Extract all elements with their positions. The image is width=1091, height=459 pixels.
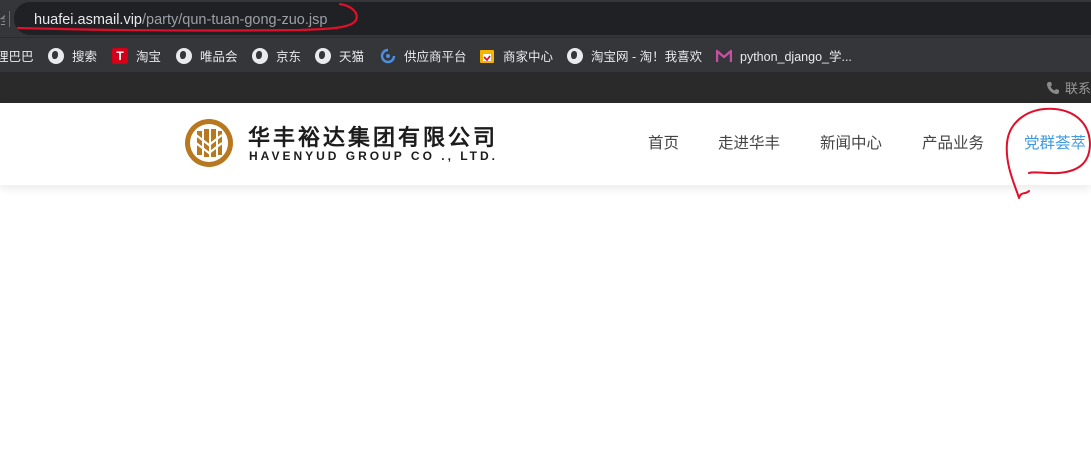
shop-icon: [480, 49, 494, 63]
bookmark-label: 天猫: [339, 50, 365, 64]
bookmark-label: 供应商平台: [404, 50, 467, 64]
nav-item-news[interactable]: 新闻中心: [820, 103, 882, 185]
globe-icon: [567, 47, 583, 64]
bookmark-label: 淘宝: [136, 50, 162, 64]
security-label: 全: [0, 11, 5, 25]
bookmark-label: 京东: [276, 50, 302, 64]
swirl-icon: [380, 48, 396, 63]
bookmark-7[interactable]: 商家中心: [479, 38, 553, 73]
bookmark-4[interactable]: 京东: [252, 38, 301, 73]
address-bar: 全 huafei.asmail.vip/party/qun-tuan-gong-…: [0, 0, 1091, 37]
nav-item-products[interactable]: 产品业务: [922, 103, 984, 185]
company-name-en: HAVENYUD GROUP CO ., LTD.: [249, 149, 499, 163]
company-logo-icon[interactable]: [183, 117, 235, 169]
globe-icon: [315, 47, 331, 64]
url-text[interactable]: huafei.asmail.vip/party/qun-tuan-gong-zu…: [34, 12, 327, 28]
bookmark-6[interactable]: 供应商平台: [380, 38, 467, 73]
bookmark-label: 唯品会: [200, 50, 238, 64]
bookmark-label: 理巴巴: [0, 50, 34, 64]
bookmark-9[interactable]: python_django_学...: [716, 38, 852, 73]
bookmark-label: 淘宝网 - 淘！我喜欢: [591, 50, 703, 64]
m-logo-icon: [716, 49, 732, 62]
url-path: /party/qun-tuan-gong-zuo.jsp: [142, 12, 328, 28]
bookmark-label: 商家中心: [503, 50, 554, 64]
bookmark-1[interactable]: 搜索: [48, 38, 97, 73]
bookmark-8[interactable]: 淘宝网 - 淘！我喜欢: [567, 38, 702, 73]
bookmark-label: python_django_学...: [740, 50, 852, 64]
phone-icon: [1046, 81, 1059, 94]
address-separator: [9, 11, 10, 27]
nav-item-about[interactable]: 走进华丰: [718, 103, 780, 185]
globe-icon: [48, 47, 64, 64]
bookmark-0[interactable]: 理巴巴: [0, 38, 34, 73]
company-name-cn: 华丰裕达集团有限公司: [248, 125, 499, 151]
site-header: 华丰裕达集团有限公司 HAVENYUD GROUP CO ., LTD. 首页 …: [0, 103, 1091, 185]
globe-icon: [252, 47, 268, 64]
bookmark-label: 搜索: [72, 50, 98, 64]
nav-item-party[interactable]: 党群荟萃: [1024, 103, 1086, 185]
omnibox[interactable]: huafei.asmail.vip/party/qun-tuan-gong-zu…: [14, 2, 1091, 35]
bookmark-5[interactable]: 天猫: [315, 38, 364, 73]
globe-icon: [176, 47, 192, 64]
contact-label: 联系: [1064, 81, 1091, 96]
site-top-strip: 联系: [0, 72, 1091, 103]
bookmarks-bar: 理巴巴 搜索 T 淘宝 唯品会 京东 天猫 供应商平台 商家中心 淘宝网 - 淘…: [0, 37, 1091, 72]
bookmark-2[interactable]: T 淘宝: [112, 38, 161, 73]
contact-link[interactable]: 联系: [1046, 72, 1091, 103]
tmall-icon: T: [112, 47, 128, 64]
nav-item-home[interactable]: 首页: [648, 103, 679, 185]
url-host: huafei.asmail.vip: [34, 12, 142, 28]
bookmark-3[interactable]: 唯品会: [176, 38, 238, 73]
